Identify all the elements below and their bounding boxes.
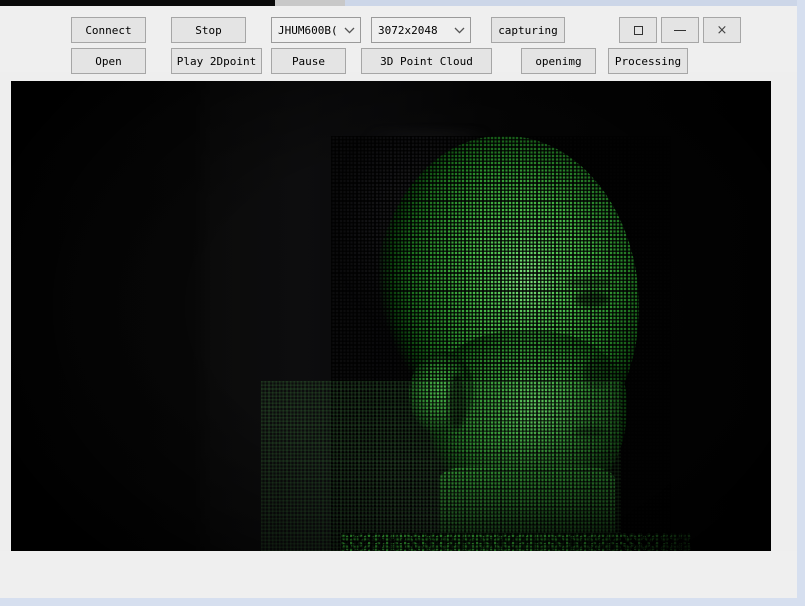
close-x-icon: × <box>716 22 728 38</box>
nose-shadow <box>583 358 611 388</box>
resolution-select[interactable]: 3072x2048 <box>371 17 471 43</box>
camera-preview-viewport[interactable] <box>11 81 771 551</box>
capturing-status-button[interactable]: capturing <box>491 17 565 43</box>
maximize-square-icon <box>633 25 643 35</box>
application-window: Connect Stop JHUM600B(0) 3072x2048 captu… <box>0 0 805 606</box>
close-button[interactable]: × <box>703 17 741 43</box>
torso-speckle-points <box>341 533 691 551</box>
open-button[interactable]: Open <box>71 48 146 74</box>
mouth-shadow <box>575 426 605 437</box>
toolbar: Connect Stop JHUM600B(0) 3072x2048 captu… <box>0 6 797 74</box>
preview-scene <box>11 81 771 551</box>
connect-button[interactable]: Connect <box>71 17 146 43</box>
processing-button[interactable]: Processing <box>608 48 688 74</box>
status-panel <box>0 551 797 598</box>
maximize-button[interactable] <box>619 17 657 43</box>
ear-notch-shadow <box>449 374 465 430</box>
head-ear-shading <box>409 351 475 437</box>
brow-shadow <box>567 278 613 287</box>
head-cheek-highlight <box>481 346 591 466</box>
scanned-head-subject <box>331 136 671 551</box>
eye-socket-shadow <box>575 291 609 307</box>
stop-button[interactable]: Stop <box>171 17 246 43</box>
play-2dpoint-button[interactable]: Play 2Dpoint <box>171 48 262 74</box>
resolution-select-value: 3072x2048 <box>378 23 438 37</box>
chevron-down-icon <box>338 27 360 34</box>
device-select-value: JHUM600B(0) <box>278 23 338 37</box>
device-select[interactable]: JHUM600B(0) <box>271 17 361 43</box>
3d-point-cloud-button[interactable]: 3D Point Cloud <box>361 48 492 74</box>
chevron-down-icon <box>448 27 470 34</box>
openimg-button[interactable]: openimg <box>521 48 596 74</box>
minimize-dash-icon <box>674 29 686 31</box>
pause-button[interactable]: Pause <box>271 48 346 74</box>
minimize-button[interactable] <box>661 17 699 43</box>
